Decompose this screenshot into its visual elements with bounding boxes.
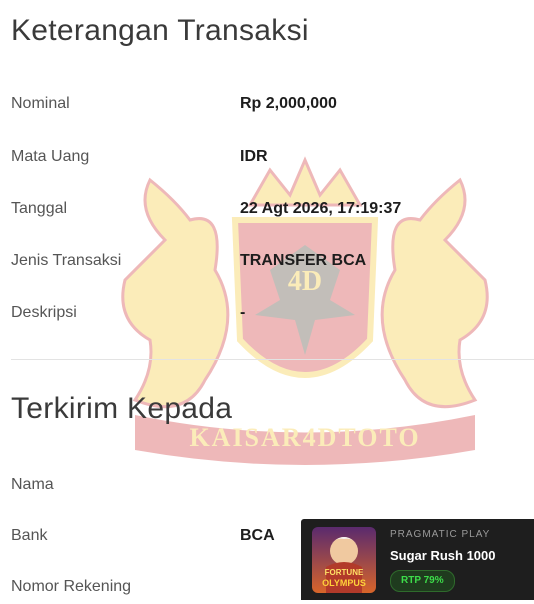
bank-label: Bank bbox=[11, 527, 48, 544]
transaction-row-date: Tanggal 22 Agt 2026, 17:19:37 bbox=[0, 200, 534, 226]
transaction-row-type: Jenis Transaksi TRANSFER BCA bbox=[0, 252, 534, 278]
game-promo-popup[interactable]: FORTUNE OLYMPUS PRAGMATIC PLAY Sugar Rus… bbox=[301, 519, 534, 600]
account-number-label: Nomor Rekening bbox=[11, 578, 132, 595]
recipient-row-name: Nama bbox=[0, 476, 534, 502]
transaction-row-currency: Mata Uang IDR bbox=[0, 148, 534, 174]
section-divider bbox=[11, 359, 534, 360]
transaction-row-description: Deskripsi - bbox=[0, 304, 534, 330]
currency-label: Mata Uang bbox=[11, 148, 90, 165]
transaction-row-nominal: Nominal Rp 2,000,000 bbox=[0, 95, 534, 121]
date-label: Tanggal bbox=[11, 200, 68, 217]
description-label: Deskripsi bbox=[11, 304, 77, 321]
thumb-text-olympus: OLYMPUS bbox=[322, 578, 366, 588]
nominal-value: Rp 2,000,000 bbox=[240, 95, 337, 112]
transaction-details-title: Keterangan Transaksi bbox=[11, 14, 309, 47]
transaction-type-label: Jenis Transaksi bbox=[11, 252, 122, 269]
game-provider: PRAGMATIC PLAY bbox=[390, 529, 491, 540]
nominal-label: Nominal bbox=[11, 95, 70, 112]
rtp-badge: RTP 79% bbox=[390, 570, 455, 592]
transaction-type-value: TRANSFER BCA bbox=[240, 252, 367, 269]
description-value: - bbox=[240, 304, 246, 321]
recipient-title: Terkirim Kepada bbox=[11, 392, 233, 425]
thumb-text-fortune: FORTUNE bbox=[325, 568, 364, 577]
bank-value: BCA bbox=[240, 527, 275, 544]
currency-value: IDR bbox=[240, 148, 268, 165]
game-name[interactable]: Sugar Rush 1000 bbox=[390, 548, 496, 563]
name-label: Nama bbox=[11, 476, 54, 493]
watermark-brand-text: KAISAR4DTOTO bbox=[189, 423, 420, 452]
fortune-olympus-thumbnail[interactable]: FORTUNE OLYMPUS bbox=[312, 527, 376, 593]
date-value: 22 Agt 2026, 17:19:37 bbox=[240, 200, 402, 217]
